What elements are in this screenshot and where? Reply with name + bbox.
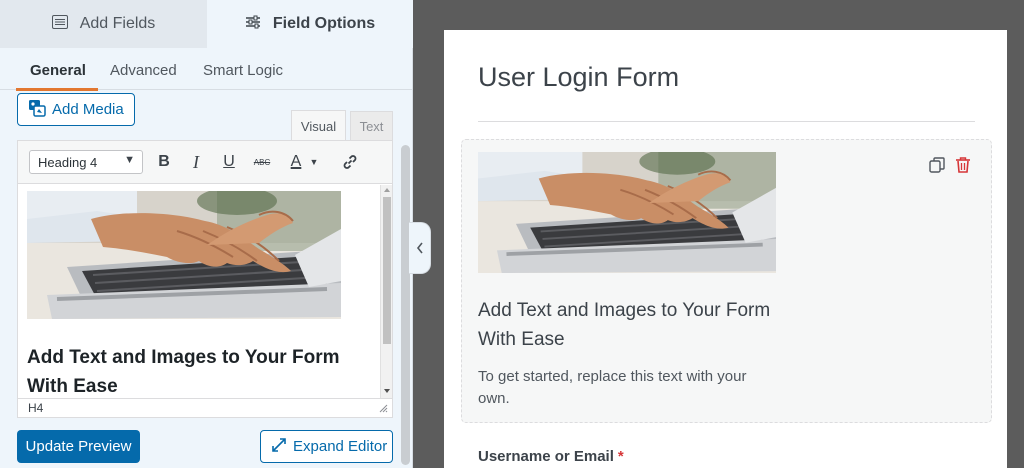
element-path: H4	[28, 401, 44, 415]
underline-button[interactable]: U	[217, 151, 241, 173]
username-field-label: Username or Email *	[478, 448, 624, 465]
tab-visual[interactable]: Visual	[291, 110, 346, 141]
tab-field-options-label: Field Options	[272, 15, 376, 32]
expand-editor-button[interactable]: Expand Editor	[260, 430, 393, 463]
title-divider	[478, 121, 975, 122]
panel-tabs: Add Fields Field Options	[0, 0, 413, 48]
subtab-general[interactable]: General	[30, 62, 86, 79]
rich-text-editor: Heading 4 ▼ B I U ABC A ▼ Add Text and I…	[17, 140, 393, 418]
text-color-button[interactable]: A	[284, 151, 308, 173]
panel-scrollbar[interactable]	[401, 145, 410, 465]
text-color-dropdown-icon[interactable]: ▼	[307, 151, 321, 173]
laptop-image	[27, 191, 341, 319]
editor-toolbar: Heading 4 ▼ B I U ABC A ▼	[18, 141, 392, 184]
add-media-label: Add Media	[52, 101, 124, 118]
trash-icon[interactable]	[955, 156, 971, 179]
scroll-up-icon[interactable]	[383, 187, 391, 193]
tab-text[interactable]: Text	[350, 111, 393, 140]
form-title: User Login Form	[478, 62, 680, 92]
form-preview: User Login Form Add Text and Images to Y…	[444, 30, 1007, 468]
active-subtab-indicator	[16, 88, 98, 91]
editor-content[interactable]: Add Text and Images to Your Form With Ea…	[18, 185, 380, 398]
tab-field-options[interactable]: Field Options	[207, 0, 413, 48]
strikethrough-button[interactable]: ABC	[250, 151, 274, 173]
editor-status-bar: H4	[18, 398, 392, 417]
content-heading: Add Text and Images to Your Form With Ea…	[27, 347, 340, 397]
duplicate-icon[interactable]	[929, 157, 945, 178]
field-heading: Add Text and Images to Your Form With Ea…	[478, 300, 771, 350]
sliders-icon	[245, 15, 261, 34]
resize-handle-icon[interactable]	[379, 404, 388, 413]
field-options-panel: Add Fields Field Options General Advance…	[0, 0, 413, 468]
italic-button[interactable]: I	[184, 151, 208, 173]
bold-button[interactable]: B	[152, 151, 176, 173]
subtab-advanced[interactable]: Advanced	[110, 62, 177, 79]
tab-add-fields-label: Add Fields	[79, 15, 156, 32]
tab-add-fields[interactable]: Add Fields	[0, 0, 207, 48]
list-icon	[51, 14, 68, 34]
scroll-down-icon[interactable]	[383, 388, 391, 394]
chevron-down-icon: ▼	[124, 154, 135, 166]
expand-icon	[271, 437, 287, 457]
editor-scrollbar-thumb[interactable]	[383, 197, 391, 344]
required-marker: *	[617, 448, 624, 465]
content-field-preview[interactable]: Add Text and Images to Your Form With Ea…	[461, 139, 992, 423]
field-paragraph: To get started, replace this text with y…	[478, 368, 747, 407]
chevron-left-icon	[416, 242, 423, 254]
subtab-smart-logic[interactable]: Smart Logic	[203, 62, 283, 79]
editor-scrollbar[interactable]	[380, 185, 392, 398]
add-media-button[interactable]: Add Media	[17, 93, 135, 126]
format-select[interactable]: Heading 4 ▼	[29, 150, 143, 174]
expand-editor-label: Expand Editor	[293, 438, 388, 455]
username-label-text: Username or Email	[478, 448, 614, 465]
media-icon	[28, 99, 46, 121]
link-icon[interactable]	[338, 151, 362, 173]
update-preview-button[interactable]: Update Preview	[17, 430, 140, 463]
sub-tabs: General Advanced Smart Logic	[0, 48, 413, 90]
format-select-value: Heading 4	[38, 154, 98, 170]
collapse-panel-toggle[interactable]	[409, 222, 431, 274]
laptop-image-preview	[478, 152, 776, 273]
